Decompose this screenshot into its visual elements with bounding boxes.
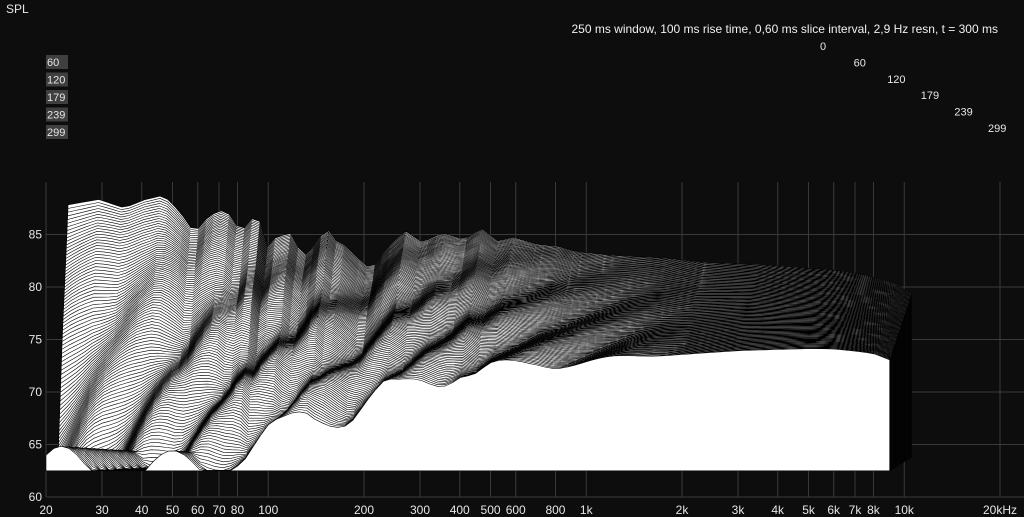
waterfall-chart: 20 30 40 50 60 70 80 100 200 300 400 500 600 800 1k 2k 3… [6, 2, 1024, 517]
waterfall-surface [45, 195, 912, 472]
y-tick-label: 75 [29, 333, 43, 347]
x-tick-label: 800 [545, 503, 565, 517]
x-tick-label: 10k [895, 503, 915, 517]
x-tick-label: 6k [827, 503, 841, 517]
x-tick-label: 7k [849, 503, 863, 517]
x-tick-label: 8k [867, 503, 881, 517]
time-slice-label: 60 [854, 57, 866, 69]
info-text: 250 ms window, 100 ms rise time, 0,60 ms… [571, 22, 998, 36]
x-tick-label: 40 [135, 503, 149, 517]
time-slice-tag: 239 [47, 110, 65, 122]
y-tick-label: 60 [29, 490, 43, 504]
x-tick-label: 80 [231, 503, 245, 517]
y-tick-label: 80 [29, 280, 43, 294]
x-tick-label: 20kHz [983, 503, 1017, 517]
y-axis-title: SPL [6, 2, 29, 16]
time-slice-label: 239 [954, 107, 972, 119]
x-tick-label: 2k [676, 503, 690, 517]
x-tick-label: 400 [450, 503, 470, 517]
time-slice-label: 0 [820, 41, 826, 53]
x-tick-label: 70 [212, 503, 226, 517]
x-tick-label: 50 [166, 503, 180, 517]
time-slice-tag: 120 [47, 75, 65, 87]
x-tick-label: 100 [258, 503, 278, 517]
y-tick-label: 70 [29, 385, 43, 399]
y-axis: 60 65 70 75 80 85 [29, 228, 43, 505]
x-tick-label: 300 [410, 503, 430, 517]
time-slice-label: 299 [988, 123, 1006, 135]
x-tick-label: 500 [481, 503, 501, 517]
time-slice-tag: 179 [47, 92, 65, 104]
x-tick-label: 30 [95, 503, 109, 517]
time-slice-label: 120 [887, 74, 905, 86]
time-slice-tag: 299 [47, 127, 65, 139]
time-slice-tag: 60 [47, 57, 59, 69]
y-tick-label: 65 [29, 438, 43, 452]
x-tick-label: 3k [732, 503, 746, 517]
x-axis: 20 30 40 50 60 70 80 100 200 300 400 500 600 800 1k 2k 3… [39, 503, 1017, 517]
x-tick-label: 1k [580, 503, 594, 517]
y-tick-label: 85 [29, 228, 43, 242]
x-tick-label: 5k [802, 503, 816, 517]
x-tick-label: 200 [354, 503, 374, 517]
x-tick-label: 60 [191, 503, 205, 517]
x-tick-label: 600 [506, 503, 526, 517]
x-tick-label: 4k [771, 503, 785, 517]
x-tick-label: 20 [39, 503, 53, 517]
time-slice-label: 179 [921, 90, 939, 102]
time-slice-labels: 0 60 120 179 239 299 60 120 179 239 299 [46, 41, 1006, 139]
